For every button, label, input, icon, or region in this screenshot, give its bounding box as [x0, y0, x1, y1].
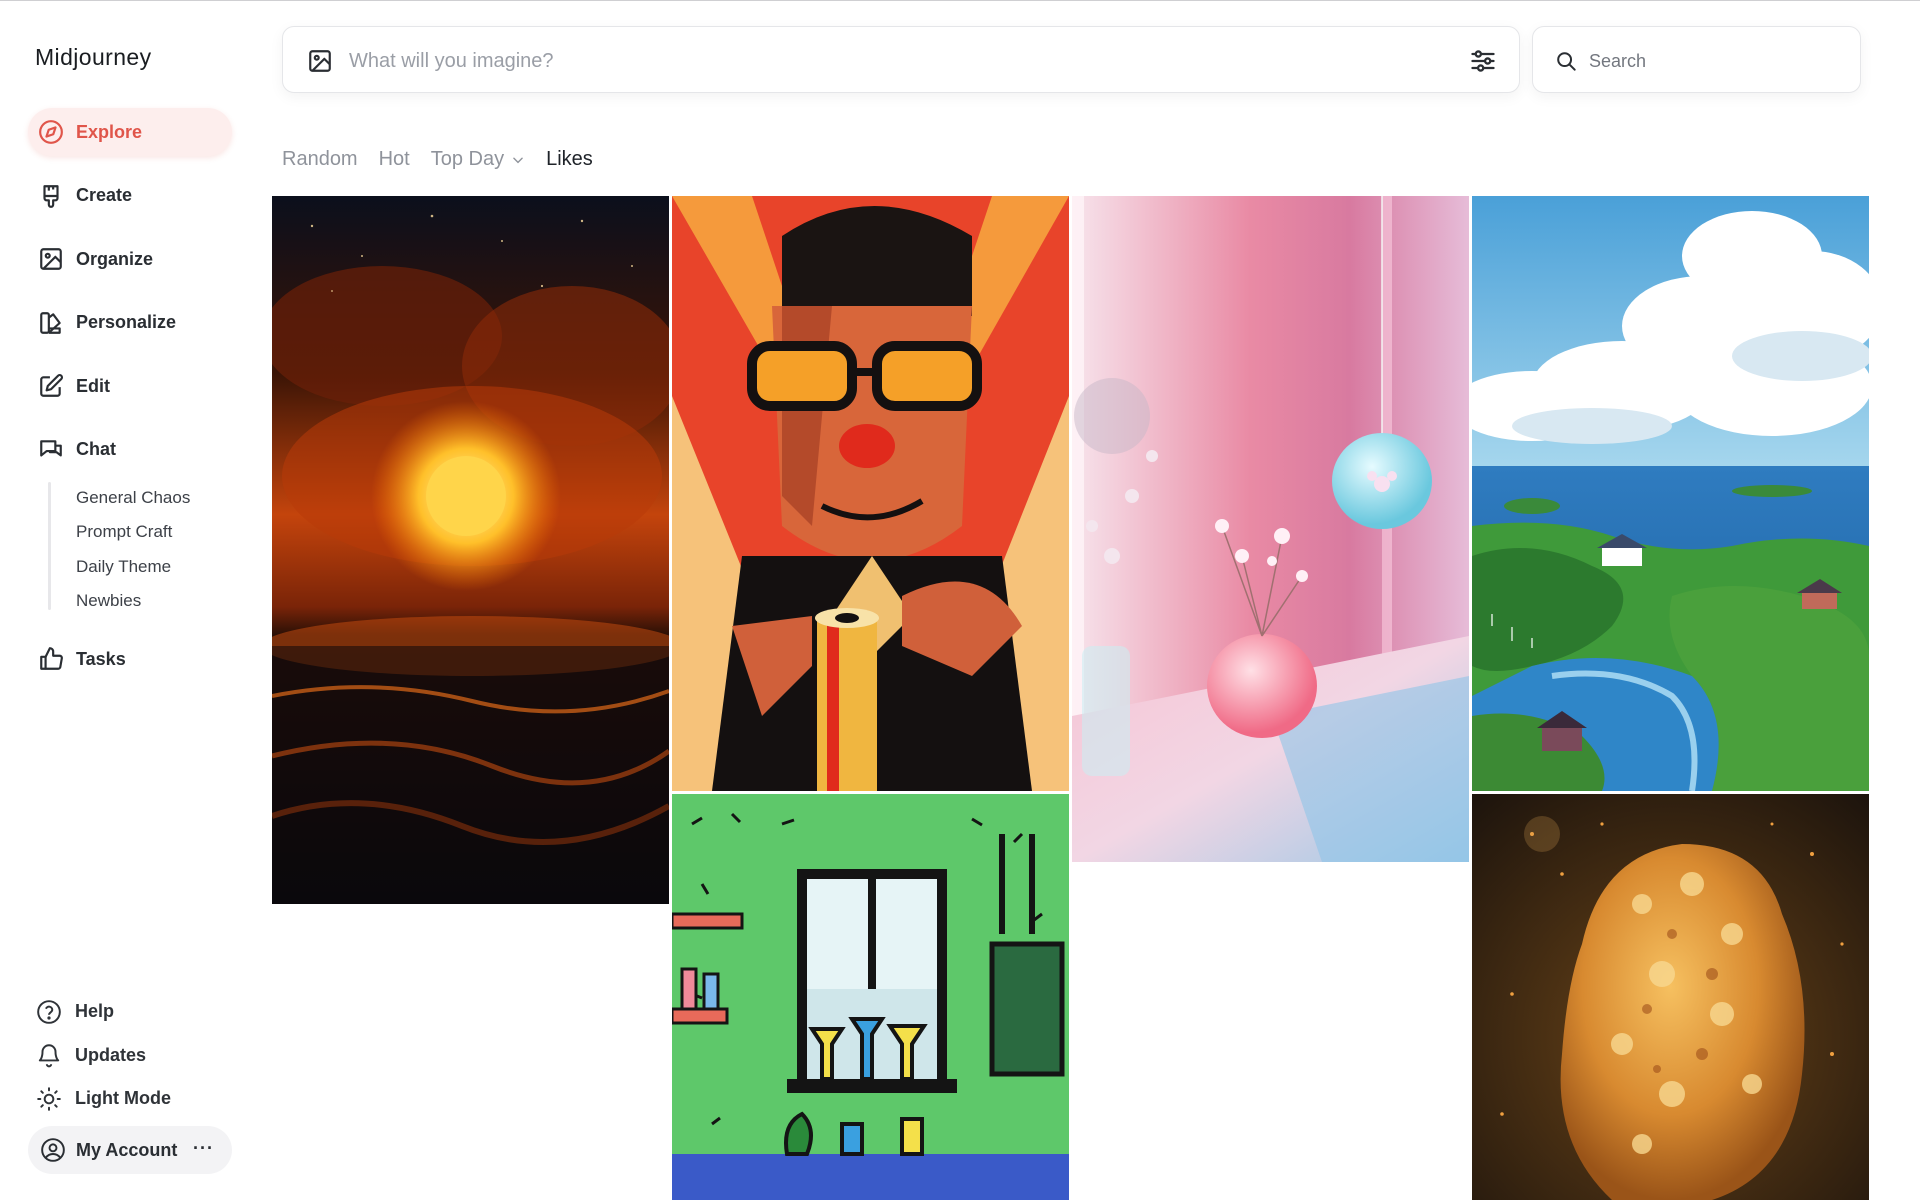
window-top-border	[0, 0, 1920, 1]
chevron-down-icon	[513, 157, 523, 163]
tab-hot[interactable]: Hot	[379, 148, 410, 171]
account-label: My Account	[76, 1139, 178, 1160]
chat-room-newbies[interactable]: Newbies	[76, 587, 190, 621]
cartoon-lab-artwork	[672, 794, 1069, 1200]
nav-item-label: Updates	[75, 1044, 147, 1065]
nav-item-explore[interactable]: Explore	[28, 108, 232, 156]
user-circle-icon	[40, 1137, 66, 1163]
chat-rooms-divider	[48, 482, 51, 610]
nav-item-create[interactable]: Create	[28, 172, 232, 220]
nav-item-label: Help	[75, 1001, 115, 1022]
tab-top-day[interactable]: Top Day	[431, 148, 525, 171]
sidebar: Midjourney Explore Create Organize Perso…	[0, 0, 250, 1200]
nav-item-chat[interactable]: Chat	[28, 426, 232, 474]
stylized-portrait-artwork	[672, 196, 1069, 791]
chat-room-general-chaos[interactable]: General Chaos	[76, 484, 190, 518]
nav-item-label: Explore	[76, 121, 143, 142]
settings-sliders-icon[interactable]	[1469, 47, 1497, 75]
tab-label: Random	[282, 148, 358, 170]
bottom-nav: Help Updates Light Mode	[36, 990, 171, 1121]
chat-room-daily-theme[interactable]: Daily Theme	[76, 553, 190, 587]
gallery-image-stylized-portrait[interactable]	[672, 196, 1069, 791]
sun-icon	[36, 1086, 62, 1112]
tab-random[interactable]: Random	[282, 148, 358, 171]
chat-rooms-list: General Chaos Prompt Craft Daily Theme N…	[76, 484, 190, 621]
nav-item-tasks[interactable]: Tasks	[28, 635, 232, 683]
edit-icon	[38, 373, 64, 399]
coastal-islands-artwork	[1472, 196, 1869, 791]
prompt-input[interactable]	[349, 45, 1379, 77]
bell-icon	[36, 1042, 62, 1068]
fried-chicken-artwork	[1472, 794, 1869, 1200]
main-nav: Explore Create Organize Personalize Edit	[28, 108, 232, 489]
nav-item-label: Edit	[76, 375, 110, 396]
brand-logo[interactable]: Midjourney	[35, 44, 152, 71]
gallery-image-sunset-ocean[interactable]	[272, 196, 669, 904]
search-input[interactable]	[1589, 46, 1839, 76]
tab-label: Hot	[378, 148, 410, 170]
feed-filter-tabs: Random Hot Top Day Likes	[282, 148, 614, 171]
chat-room-prompt-craft[interactable]: Prompt Craft	[76, 518, 190, 552]
search-bar	[1532, 26, 1861, 93]
nav-item-label: Create	[76, 185, 133, 205]
nav-item-label: Organize	[76, 248, 154, 269]
palette-icon	[38, 310, 64, 336]
nav-item-personalize[interactable]: Personalize	[28, 299, 232, 347]
nav-item-label: Chat	[76, 439, 116, 459]
light-mode-toggle[interactable]: Light Mode	[36, 1077, 171, 1121]
help-icon	[36, 999, 62, 1025]
account-button[interactable]: My Account ···	[28, 1126, 232, 1174]
nav-item-label: Personalize	[76, 312, 177, 332]
image-icon	[38, 246, 64, 272]
nav-item-help[interactable]: Help	[36, 990, 171, 1034]
gallery-image-cartoon-lab[interactable]	[672, 794, 1069, 1200]
sunset-ocean-artwork	[272, 196, 669, 904]
thumbs-up-icon	[38, 646, 64, 672]
gallery-image-fried-chicken[interactable]	[1472, 794, 1869, 1200]
nav-item-edit[interactable]: Edit	[28, 362, 232, 410]
tab-likes[interactable]: Likes	[546, 148, 593, 171]
gallery-image-coastal-islands[interactable]	[1472, 196, 1869, 791]
tab-label: Top Day	[430, 148, 505, 170]
compass-icon	[38, 119, 64, 145]
gallery-image-pastel-room[interactable]	[1072, 196, 1469, 862]
pastel-room-artwork	[1072, 196, 1469, 862]
brush-icon	[38, 183, 64, 209]
chat-icon	[38, 437, 64, 463]
nav-item-updates[interactable]: Updates	[36, 1034, 171, 1078]
nav-item-label: Tasks	[76, 648, 126, 669]
more-options-icon[interactable]: ···	[193, 1138, 214, 1159]
nav-item-label: Light Mode	[75, 1088, 171, 1109]
nav-item-organize[interactable]: Organize	[28, 235, 232, 283]
prompt-bar	[282, 26, 1520, 93]
search-icon	[1555, 50, 1577, 72]
add-image-icon[interactable]	[307, 48, 333, 74]
tab-label: Likes	[546, 148, 593, 170]
